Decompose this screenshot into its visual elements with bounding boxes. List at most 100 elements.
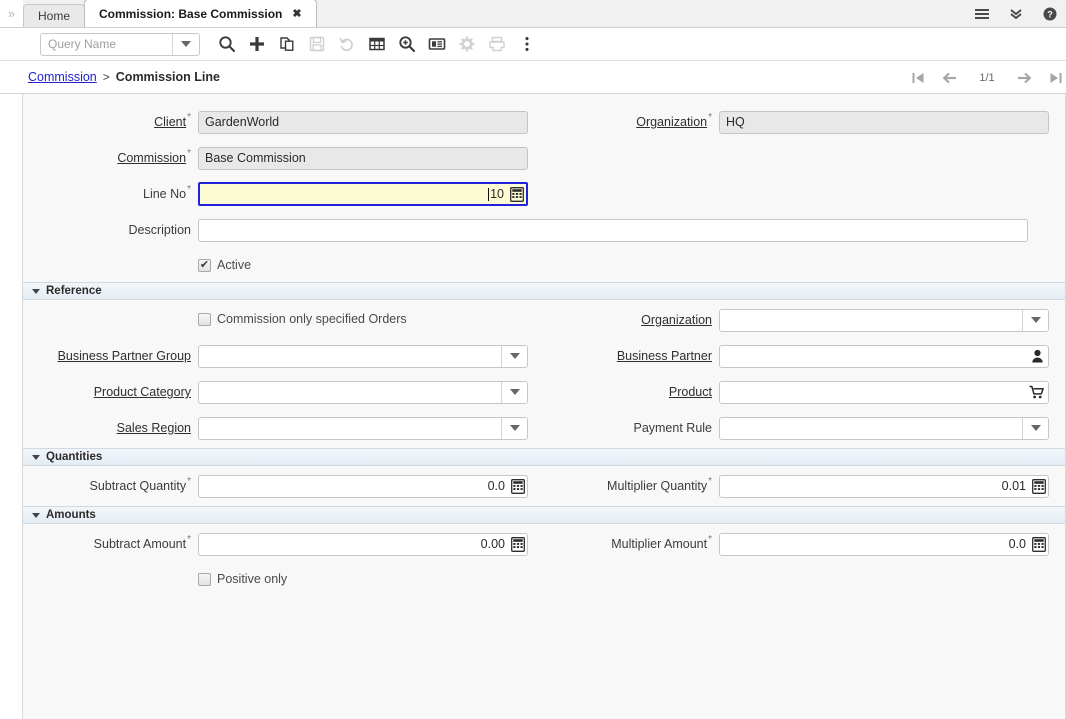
- subtract-amount-value: 0.00: [481, 537, 505, 551]
- breadcrumb-parent-link[interactable]: Commission: [28, 70, 97, 84]
- field-row-product-category: Product Category: [23, 374, 544, 410]
- chevron-double-down-icon[interactable]: [1008, 6, 1024, 22]
- query-name-combobox[interactable]: Query Name: [40, 33, 200, 56]
- multiplier-quantity-input[interactable]: 0.01: [719, 475, 1049, 498]
- business-partner-group-dropdown-button[interactable]: [501, 346, 527, 367]
- query-name-dropdown-button[interactable]: [172, 34, 199, 55]
- tab-commission-label: Commission: Base Commission: [99, 7, 282, 21]
- field-row-payment-rule: Payment Rule: [544, 410, 1065, 446]
- commission-label: Commission*: [23, 150, 198, 166]
- positive-only-checkbox[interactable]: [198, 573, 211, 586]
- close-icon[interactable]: ✖: [292, 7, 301, 20]
- section-body-amounts: Subtract Amount* 0.00 Multiplier Amount*: [23, 524, 1065, 598]
- field-row-ref-organization: Organization: [544, 302, 1065, 338]
- chevron-down-icon: [32, 455, 40, 460]
- positive-only-row: Positive only: [23, 562, 1065, 596]
- product-category-dropdown-button[interactable]: [501, 382, 527, 403]
- product-category-label-text: Product Category: [94, 384, 191, 400]
- required-marker: *: [187, 114, 191, 122]
- subtract-quantity-input[interactable]: 0.0: [198, 475, 528, 498]
- multiplier-amount-label-text: Multiplier Amount: [611, 536, 707, 552]
- business-partner-field[interactable]: [719, 345, 1049, 368]
- person-icon[interactable]: [1031, 349, 1044, 363]
- reference-grid: Commission only specified Orders Organiz…: [23, 302, 1065, 446]
- required-marker: *: [187, 186, 191, 194]
- content-area: Client* GardenWorld Organization * HQ Com…: [0, 94, 1066, 719]
- sales-region-input[interactable]: [199, 418, 501, 439]
- menu-icon[interactable]: [974, 6, 990, 22]
- commission-field[interactable]: Base Commission: [198, 147, 528, 170]
- calculator-icon[interactable]: [1032, 537, 1046, 552]
- calculator-icon[interactable]: [511, 479, 525, 494]
- description-input[interactable]: [198, 219, 1028, 242]
- payment-rule-input[interactable]: [720, 418, 1022, 439]
- section-header-quantities[interactable]: Quantities: [23, 448, 1065, 466]
- ref-organization-dropdown-button[interactable]: [1022, 310, 1048, 331]
- commission-only-orders-checkbox[interactable]: [198, 313, 211, 326]
- chevron-double-right-icon[interactable]: »: [0, 0, 23, 27]
- business-partner-group-combobox[interactable]: [198, 345, 528, 368]
- payment-rule-label: Payment Rule: [544, 420, 719, 436]
- chevron-down-icon: [32, 289, 40, 294]
- commission-label-text: Commission: [117, 150, 186, 166]
- grid-spacer: [544, 140, 1065, 176]
- section-title-quantities: Quantities: [46, 451, 102, 463]
- attachment-icon[interactable]: [422, 31, 452, 57]
- ref-organization-combobox[interactable]: [719, 309, 1049, 332]
- grid-toggle-icon[interactable]: [362, 31, 392, 57]
- copy-icon[interactable]: [272, 31, 302, 57]
- section-header-amounts[interactable]: Amounts: [23, 506, 1065, 524]
- subtract-quantity-label-text: Subtract Quantity: [90, 478, 187, 494]
- field-row-business-partner-group: Business Partner Group: [23, 338, 544, 374]
- zoom-icon[interactable]: [392, 31, 422, 57]
- calculator-icon[interactable]: [510, 187, 524, 202]
- product-category-input[interactable]: [199, 382, 501, 403]
- product-field[interactable]: [719, 381, 1049, 404]
- multiplier-amount-value: 0.0: [1009, 537, 1026, 551]
- next-record-icon[interactable]: [1016, 70, 1032, 86]
- client-field[interactable]: GardenWorld: [198, 111, 528, 134]
- chevron-down-icon: [181, 41, 191, 47]
- calculator-icon[interactable]: [1032, 479, 1046, 494]
- first-record-icon[interactable]: [910, 70, 926, 86]
- line-no-label: Line No*: [23, 186, 198, 202]
- ref-organization-input[interactable]: [720, 310, 1022, 331]
- product-label-text: Product: [669, 384, 712, 400]
- undo-icon: [332, 31, 362, 57]
- search-icon[interactable]: [212, 31, 242, 57]
- organization-field[interactable]: HQ: [719, 111, 1049, 134]
- business-partner-group-input[interactable]: [199, 346, 501, 367]
- line-no-input[interactable]: 10: [198, 182, 528, 206]
- help-icon[interactable]: ?: [1042, 6, 1058, 22]
- ref-organization-label-text: Organization: [641, 312, 712, 328]
- product-category-combobox[interactable]: [198, 381, 528, 404]
- calculator-icon[interactable]: [511, 537, 525, 552]
- section-body-quantities: Subtract Quantity* 0.0 Multiplier Quanti…: [23, 466, 1065, 506]
- tab-commission-base-commission[interactable]: Commission: Base Commission ✖: [84, 0, 317, 27]
- shopping-cart-icon[interactable]: [1029, 385, 1044, 399]
- chevron-down-icon: [510, 353, 520, 359]
- active-checkbox[interactable]: ✔: [198, 259, 211, 272]
- query-name-input[interactable]: Query Name: [41, 34, 172, 55]
- line-no-label-text: Line No: [143, 186, 186, 202]
- subtract-amount-input[interactable]: 0.00: [198, 533, 528, 556]
- last-record-icon[interactable]: [1048, 70, 1064, 86]
- sales-region-dropdown-button[interactable]: [501, 418, 527, 439]
- sales-region-combobox[interactable]: [198, 417, 528, 440]
- client-label: Client*: [23, 114, 198, 130]
- required-marker: *: [187, 478, 191, 486]
- payment-rule-dropdown-button[interactable]: [1022, 418, 1048, 439]
- commission-only-orders-label: Commission only specified Orders: [217, 312, 407, 326]
- breadcrumb: Commission > Commission Line: [23, 70, 220, 84]
- new-record-icon[interactable]: [242, 31, 272, 57]
- business-partner-label-text: Business Partner: [617, 348, 712, 364]
- section-header-reference[interactable]: Reference: [23, 282, 1065, 300]
- field-row-multiplier-quantity: Multiplier Quantity* 0.01: [544, 468, 1065, 504]
- more-vertical-icon[interactable]: [512, 31, 542, 57]
- tab-home-label: Home: [38, 9, 70, 23]
- previous-record-icon[interactable]: [942, 70, 958, 86]
- subtract-quantity-value: 0.0: [488, 479, 505, 493]
- tab-home[interactable]: Home: [23, 4, 85, 27]
- multiplier-amount-input[interactable]: 0.0: [719, 533, 1049, 556]
- payment-rule-combobox[interactable]: [719, 417, 1049, 440]
